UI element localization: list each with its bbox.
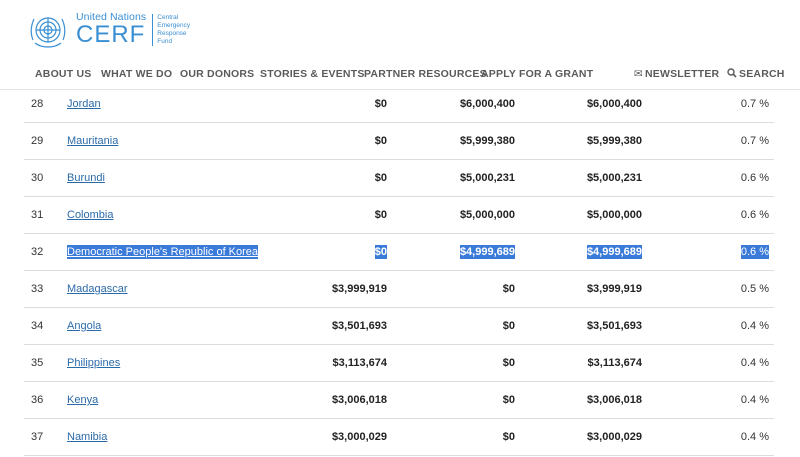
main-nav: ABOUT US WHAT WE DO OUR DONORS STORIES &… bbox=[0, 68, 800, 84]
brand-sub-line: Fund bbox=[157, 38, 173, 45]
country-link[interactable]: Jordan bbox=[67, 97, 101, 111]
rank-cell: 32 bbox=[31, 246, 44, 258]
nav-about-us[interactable]: ABOUT US bbox=[35, 68, 91, 80]
nav-search[interactable]: SEARCH bbox=[727, 68, 785, 80]
percent-cell: 0.5 % bbox=[740, 283, 769, 295]
nav-search-label: SEARCH bbox=[739, 68, 785, 80]
amount-cell: $3,006,018 bbox=[331, 394, 387, 406]
nav-stories-events[interactable]: STORIES & EVENTS bbox=[260, 68, 365, 80]
country-link[interactable]: Madagascar bbox=[67, 282, 128, 296]
country-link[interactable]: Kenya bbox=[67, 393, 98, 407]
amount-cell: $5,000,231 bbox=[459, 172, 515, 184]
total-cell: $5,000,231 bbox=[586, 172, 642, 184]
amount-cell: $3,000,029 bbox=[331, 431, 387, 443]
table-row: 35 Philippines $3,113,674 $0 $3,113,674 … bbox=[24, 345, 774, 382]
percent-cell: 0.4 % bbox=[740, 394, 769, 406]
country-link[interactable]: Namibia bbox=[67, 430, 107, 444]
un-emblem-icon bbox=[30, 17, 66, 48]
percent-cell: 0.4 % bbox=[740, 320, 769, 332]
amount-cell: $4,999,689 bbox=[459, 245, 515, 259]
table-row: 29 Mauritania $0 $5,999,380 $5,999,380 0… bbox=[24, 123, 774, 160]
nav-our-donors[interactable]: OUR DONORS bbox=[180, 68, 254, 80]
table-row: 34 Angola $3,501,693 $0 $3,501,693 0.4 % bbox=[24, 308, 774, 345]
envelope-icon: ✉ bbox=[634, 68, 643, 80]
cerf-logo[interactable]: United Nations CERF Central Emergency Re… bbox=[26, 10, 190, 50]
rank-cell: 28 bbox=[31, 98, 44, 110]
country-link[interactable]: Mauritania bbox=[67, 134, 118, 148]
nav-apply-for-a-grant[interactable]: APPLY FOR A GRANT bbox=[481, 68, 593, 80]
amount-cell: $0 bbox=[374, 135, 387, 147]
country-link[interactable]: Democratic People's Republic of Korea bbox=[67, 245, 259, 259]
nav-partner-resources[interactable]: PARTNER RESOURCES bbox=[364, 68, 487, 80]
percent-cell: 0.4 % bbox=[740, 357, 769, 369]
percent-cell: 0.7 % bbox=[740, 135, 769, 147]
percent-cell: 0.7 % bbox=[740, 98, 769, 110]
rank-cell: 30 bbox=[31, 172, 44, 184]
nav-newsletter[interactable]: ✉ NEWSLETTER bbox=[634, 68, 719, 80]
amount-cell: $0 bbox=[374, 245, 387, 259]
amount-cell: $3,113,674 bbox=[332, 357, 387, 369]
amount-cell: $0 bbox=[374, 98, 387, 110]
table-row: 37 Namibia $3,000,029 $0 $3,000,029 0.4 … bbox=[24, 419, 774, 456]
country-link[interactable]: Colombia bbox=[67, 208, 113, 222]
amount-cell: $5,000,000 bbox=[459, 209, 515, 221]
amount-cell: $3,501,693 bbox=[331, 320, 387, 332]
total-cell: $3,000,029 bbox=[586, 431, 642, 443]
amount-cell: $0 bbox=[502, 431, 515, 443]
magnifier-icon bbox=[727, 68, 737, 78]
brand-sub-line: Response bbox=[157, 30, 187, 37]
amount-cell: $0 bbox=[502, 357, 515, 369]
total-cell: $3,006,018 bbox=[586, 394, 642, 406]
percent-cell: 0.6 % bbox=[740, 245, 769, 259]
amount-cell: $3,999,919 bbox=[331, 283, 387, 295]
total-cell: $5,000,000 bbox=[586, 209, 642, 221]
brand-name: CERF bbox=[76, 20, 146, 48]
total-cell: $3,113,674 bbox=[587, 357, 642, 369]
total-cell: $6,000,400 bbox=[586, 98, 642, 110]
brand-subtitle: Central Emergency Response Fund bbox=[157, 14, 190, 46]
amount-cell: $5,999,380 bbox=[459, 135, 515, 147]
country-allocations-table: 28 Jordan $0 $6,000,400 $6,000,400 0.7 %… bbox=[24, 86, 774, 456]
table-row: 31 Colombia $0 $5,000,000 $5,000,000 0.6… bbox=[24, 197, 774, 234]
country-link[interactable]: Philippines bbox=[67, 356, 120, 370]
rank-cell: 33 bbox=[31, 283, 44, 295]
percent-cell: 0.6 % bbox=[740, 209, 769, 221]
amount-cell: $0 bbox=[502, 320, 515, 332]
brand-text: United Nations CERF bbox=[76, 11, 146, 48]
table-row: 28 Jordan $0 $6,000,400 $6,000,400 0.7 % bbox=[24, 86, 774, 123]
table-row: 30 Burundi $0 $5,000,231 $5,000,231 0.6 … bbox=[24, 160, 774, 197]
total-cell: $4,999,689 bbox=[586, 245, 642, 259]
brand-divider bbox=[152, 14, 154, 46]
nav-newsletter-label: NEWSLETTER bbox=[645, 68, 720, 80]
country-link[interactable]: Angola bbox=[67, 319, 101, 333]
rank-cell: 31 bbox=[31, 209, 44, 221]
table-row: 33 Madagascar $3,999,919 $0 $3,999,919 0… bbox=[24, 271, 774, 308]
amount-cell: $0 bbox=[374, 172, 387, 184]
table-row-selected: 32 Democratic People's Republic of Korea… bbox=[24, 234, 774, 271]
total-cell: $3,501,693 bbox=[586, 320, 642, 332]
brand-sub-line: Emergency bbox=[157, 22, 191, 29]
amount-cell: $6,000,400 bbox=[459, 98, 515, 110]
brand-sub-line: Central bbox=[157, 14, 179, 21]
rank-cell: 35 bbox=[31, 357, 44, 369]
country-link[interactable]: Burundi bbox=[67, 171, 105, 185]
amount-cell: $0 bbox=[502, 283, 515, 295]
table-row: 36 Kenya $3,006,018 $0 $3,006,018 0.4 % bbox=[24, 382, 774, 419]
percent-cell: 0.4 % bbox=[740, 431, 769, 443]
total-cell: $5,999,380 bbox=[586, 135, 642, 147]
rank-cell: 34 bbox=[31, 320, 44, 332]
amount-cell: $0 bbox=[502, 394, 515, 406]
amount-cell: $0 bbox=[374, 209, 387, 221]
total-cell: $3,999,919 bbox=[586, 283, 642, 295]
rank-cell: 37 bbox=[31, 431, 44, 443]
rank-cell: 36 bbox=[31, 394, 44, 406]
rank-cell: 29 bbox=[31, 135, 44, 147]
nav-what-we-do[interactable]: WHAT WE DO bbox=[101, 68, 172, 80]
percent-cell: 0.6 % bbox=[740, 172, 769, 184]
